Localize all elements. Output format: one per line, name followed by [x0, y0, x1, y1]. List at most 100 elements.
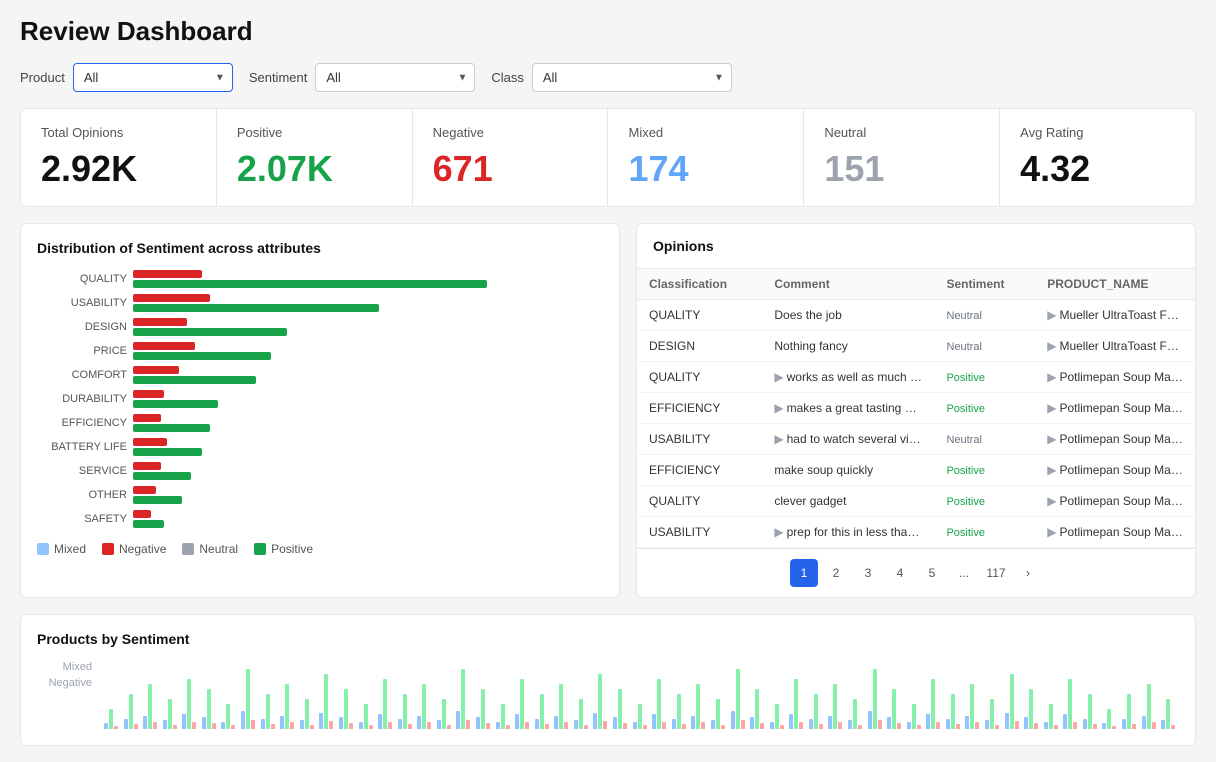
- positive-bar: [814, 694, 818, 729]
- distribution-chart-panel: Distribution of Sentiment across attribu…: [20, 223, 620, 598]
- negative-bar: [506, 725, 510, 729]
- negative-bar: [701, 722, 705, 729]
- negative-bar: [486, 723, 490, 729]
- positive-bar: [1068, 679, 1072, 729]
- negative-bar: [114, 726, 118, 729]
- mixed-bar: [965, 716, 969, 730]
- bar-row: BATTERY LIFE: [37, 438, 603, 456]
- positive-bar: [794, 679, 798, 729]
- positive-bar: [696, 684, 700, 729]
- page-button-2[interactable]: 2: [822, 559, 850, 587]
- metric-label: Mixed: [628, 125, 783, 140]
- bar-group: [926, 679, 944, 729]
- positive-bar: [736, 669, 740, 729]
- comment-cell: ▶prep for this in less than 5...: [762, 517, 934, 548]
- classification-cell: DESIGN: [637, 331, 762, 362]
- bar-group: [496, 704, 514, 729]
- bar-group: [1063, 679, 1081, 729]
- class-select[interactable]: All: [532, 63, 732, 92]
- mixed-bar: [554, 716, 558, 730]
- negative-bar: [447, 725, 451, 730]
- negative-bar: [133, 294, 210, 302]
- table-row: QUALITY Does the job Neutral ▶Mueller Ul…: [637, 300, 1195, 331]
- bar-row: QUALITY: [37, 270, 603, 288]
- mixed-bar: [731, 711, 735, 729]
- mixed-bar: [946, 719, 950, 730]
- negative-bar: [623, 723, 627, 729]
- positive-bar: [133, 448, 202, 456]
- legend-item: Positive: [254, 542, 313, 556]
- negative-bar: [682, 724, 686, 729]
- bar-group: [476, 689, 494, 729]
- page-button-3[interactable]: 3: [854, 559, 882, 587]
- sentiment-select-wrapper: All ▼: [315, 63, 475, 92]
- mixed-bar: [868, 711, 872, 729]
- bar-group: [593, 674, 611, 729]
- positive-bar: [305, 699, 309, 729]
- opinions-header-row: ClassificationCommentSentimentPRODUCT_NA…: [637, 269, 1195, 300]
- bar-group: [202, 689, 220, 729]
- legend-label: Mixed: [54, 542, 86, 556]
- negative-bar: [838, 722, 842, 729]
- metric-card-mixed: Mixed 174: [608, 109, 804, 206]
- mixed-bar: [907, 722, 911, 730]
- bar-group: [1102, 709, 1120, 729]
- table-row: USABILITY ▶prep for this in less than 5.…: [637, 517, 1195, 548]
- bars-container: [133, 318, 603, 336]
- page-button-4[interactable]: 4: [886, 559, 914, 587]
- main-content: Distribution of Sentiment across attribu…: [20, 223, 1196, 598]
- positive-bar: [951, 694, 955, 729]
- page-button-1[interactable]: 1: [790, 559, 818, 587]
- negative-bar: [310, 725, 314, 730]
- positive-bar: [364, 704, 368, 729]
- negative-bar: [466, 720, 470, 729]
- classification-cell: USABILITY: [637, 517, 762, 548]
- bar-group: [1083, 694, 1101, 729]
- comment-cell: ▶works as well as much mor...: [762, 362, 934, 393]
- bar-group: [887, 689, 905, 729]
- negative-bar: [545, 724, 549, 729]
- product-cell: ▶Potlimepan Soup Maker: [1035, 486, 1195, 517]
- product-select[interactable]: All: [73, 63, 233, 92]
- product-select-wrapper: All ▼: [73, 63, 233, 92]
- mixed-bar: [770, 722, 774, 730]
- negative-bar: [212, 723, 216, 729]
- product-cell: ▶Mueller UltraToast Full S: [1035, 331, 1195, 362]
- bar-group: [163, 699, 181, 729]
- metric-label: Total Opinions: [41, 125, 196, 140]
- mixed-bar: [241, 711, 245, 729]
- bars-container: [133, 510, 603, 528]
- page-title: Review Dashboard: [20, 16, 1196, 47]
- negative-bar: [819, 724, 823, 729]
- positive-bar: [1049, 704, 1053, 729]
- mixed-bar: [515, 714, 519, 729]
- mixed-bar: [593, 713, 597, 730]
- bar-group: [946, 694, 964, 729]
- negative-bar: [271, 724, 275, 729]
- class-filter-group: Class All ▼: [491, 63, 732, 92]
- legend-label: Negative: [119, 542, 166, 556]
- legend-dot: [182, 543, 194, 555]
- chart-legend: Mixed Negative Neutral Positive: [37, 542, 603, 556]
- positive-bar: [1029, 689, 1033, 729]
- page-button-5[interactable]: 5: [918, 559, 946, 587]
- bar-group: [143, 684, 161, 729]
- bar-row: SERVICE: [37, 462, 603, 480]
- sentiment-select[interactable]: All: [315, 63, 475, 92]
- positive-bar: [598, 674, 602, 729]
- page-button-total[interactable]: 117: [982, 559, 1010, 587]
- bar-group: [907, 704, 925, 729]
- product-cell: ▶Potlimepan Soup Maker: [1035, 424, 1195, 455]
- metric-value: 151: [824, 148, 979, 190]
- positive-bar: [187, 679, 191, 729]
- negative-bar: [133, 390, 164, 398]
- positive-bar: [133, 376, 256, 384]
- positive-bar: [755, 689, 759, 729]
- table-row: USABILITY ▶had to watch several video...…: [637, 424, 1195, 455]
- mixed-bar: [1083, 719, 1087, 730]
- negative-bar: [878, 720, 882, 729]
- negative-bar: [917, 725, 921, 729]
- bars-container: [133, 342, 603, 360]
- pagination-next-button[interactable]: ›: [1014, 559, 1042, 587]
- metrics-row: Total Opinions 2.92K Positive 2.07K Nega…: [20, 108, 1196, 207]
